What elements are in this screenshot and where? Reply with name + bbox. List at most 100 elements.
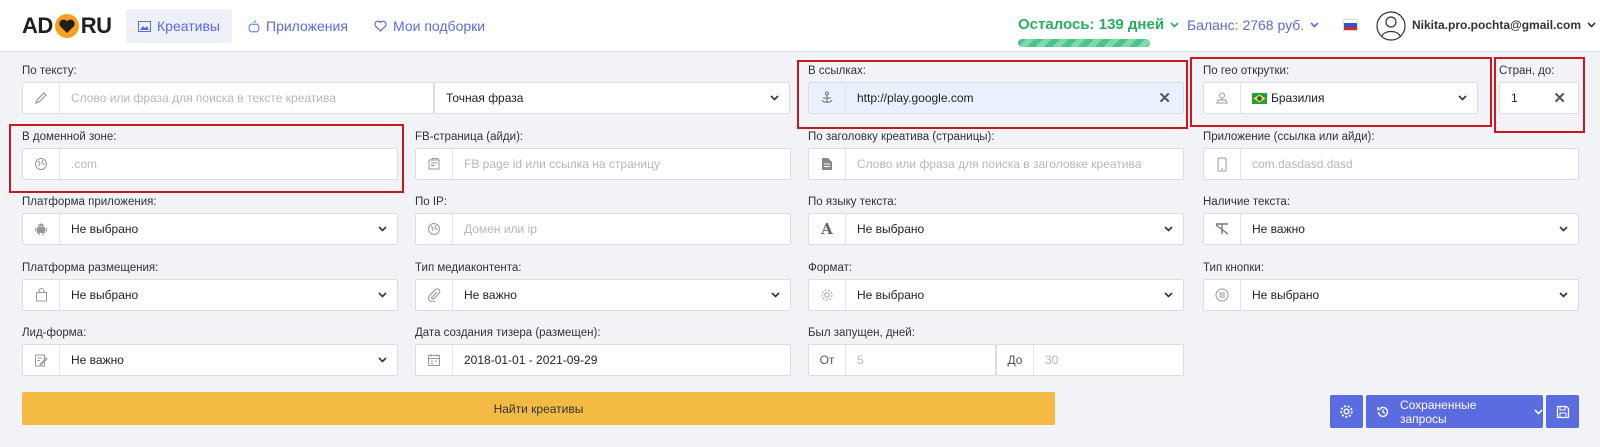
app-placeholder: com.dasdasd.dasd	[1252, 157, 1353, 171]
has-text-select[interactable]: Не важно	[1203, 213, 1579, 245]
language-select[interactable]: A Не выбрано	[808, 213, 1184, 245]
fb-page-placeholder: FB page id или ссылка на страницу	[464, 157, 660, 171]
chevron-down-icon	[378, 226, 387, 232]
settings-button[interactable]	[1330, 395, 1363, 428]
chevron-down-icon	[1559, 292, 1568, 298]
heart-logo-icon	[54, 14, 79, 38]
saved-queries-button[interactable]: Сохраненные запросы	[1366, 395, 1543, 428]
nav-creatives[interactable]: Креативы	[126, 9, 232, 43]
date-range-input[interactable]: 2018-01-01 - 2021-09-29	[415, 344, 791, 376]
text-search-input[interactable]: Слово или фраза для поиска в тексте креа…	[22, 82, 434, 114]
save-query-button[interactable]	[1546, 395, 1579, 428]
paperclip-icon	[428, 288, 441, 302]
has-text-filter-label: Наличие текста:	[1203, 196, 1291, 208]
pencil-icon	[35, 92, 47, 104]
media-type-filter-label: Тип медиаконтента:	[415, 262, 522, 274]
avatar-icon[interactable]	[1376, 11, 1406, 41]
apps-icon	[248, 20, 260, 33]
ip-filter-label: По IP:	[415, 196, 447, 208]
logo[interactable]: AD RU	[22, 11, 112, 41]
android-icon	[35, 223, 47, 235]
floppy-disk-icon	[1556, 405, 1569, 418]
media-type-value: Не важно	[464, 288, 517, 302]
running-from-placeholder: 5	[857, 353, 864, 367]
app-platform-select[interactable]: Не выбрано	[22, 213, 398, 245]
chevron-down-icon	[1170, 21, 1179, 28]
form-edit-icon	[35, 354, 48, 367]
lead-form-value: Не важно	[71, 353, 124, 367]
top-bar: AD RU Креативы Приложения Мои подборки О…	[0, 0, 1600, 52]
app-platform-filter-label: Платформа приложения:	[22, 196, 157, 208]
running-from-input[interactable]: От 5	[808, 344, 996, 376]
nav-label: Креативы	[157, 18, 220, 34]
image-icon	[138, 20, 151, 32]
created-filter-label: Дата создания тизера (размещен):	[415, 327, 601, 339]
format-value: Не выбрано	[857, 288, 925, 302]
calendar-icon	[428, 354, 440, 366]
nav-label: Приложения	[266, 18, 348, 34]
history-icon	[1377, 406, 1389, 417]
format-filter-label: Формат:	[808, 262, 853, 274]
phone-icon	[1217, 157, 1227, 171]
running-to-placeholder: 30	[1045, 353, 1059, 367]
chevron-down-icon	[378, 292, 387, 298]
media-type-select[interactable]: Не важно	[415, 279, 791, 311]
logo-text-left: AD	[22, 13, 53, 38]
placement-value: Не выбрано	[71, 288, 139, 302]
highlight-geo	[1190, 57, 1492, 127]
globe-icon	[428, 223, 440, 235]
running-to-label: До	[997, 345, 1034, 375]
highlight-domain	[9, 124, 404, 193]
text-search-placeholder: Слово или фраза для поиска в тексте креа…	[71, 91, 336, 105]
ip-placeholder: Домен или ip	[464, 222, 537, 236]
language-value: Не выбрано	[857, 222, 925, 236]
text-filter-label: По тексту:	[22, 65, 77, 77]
balance-dropdown[interactable]: Баланс: 2768 руб.	[1187, 17, 1319, 33]
user-menu[interactable]: Nikita.pro.pochta@gmail.com	[1412, 18, 1596, 32]
fb-page-input[interactable]: FB page id или ссылка на страницу	[415, 148, 791, 180]
app-platform-value: Не выбрано	[71, 222, 139, 236]
chevron-down-icon	[1164, 292, 1173, 298]
running-filter-label: Был запущен, дней:	[808, 327, 915, 339]
format-select[interactable]: Не выбрано	[808, 279, 1184, 311]
running-from-label: От	[809, 345, 846, 375]
placement-select[interactable]: Не выбрано	[22, 279, 398, 311]
chevron-down-icon	[770, 95, 779, 101]
chevron-down-icon	[1164, 226, 1173, 232]
fb-page-filter-label: FB-страница (айди):	[415, 131, 524, 143]
button-type-value: Не выбрано	[1252, 288, 1320, 302]
headline-input[interactable]: Слово или фраза для поиска в заголовке к…	[808, 148, 1184, 180]
letter-a-icon: A	[821, 220, 833, 238]
document-icon	[822, 158, 832, 170]
nav-apps[interactable]: Приложения	[236, 9, 360, 43]
gear-icon	[1340, 405, 1353, 418]
chevron-down-icon	[1534, 408, 1543, 415]
find-creatives-button[interactable]: Найти креативы	[22, 392, 1055, 425]
headline-placeholder: Слово или фраза для поиска в заголовке к…	[857, 157, 1142, 171]
subscription-progress-bar	[1018, 39, 1150, 47]
balance-text: Баланс: 2768 руб.	[1187, 17, 1305, 33]
chevron-down-icon	[1559, 226, 1568, 232]
days-left-dropdown[interactable]: Осталось: 139 дней	[1018, 16, 1179, 33]
list-circle-icon	[1215, 288, 1229, 302]
nav-collections[interactable]: Мои подборки	[362, 9, 497, 43]
days-left-text: Осталось: 139 дней	[1018, 16, 1165, 33]
language-filter-label: По языку текста:	[808, 196, 897, 208]
user-email: Nikita.pro.pochta@gmail.com	[1412, 18, 1582, 32]
text-mode-select[interactable]: Точная фраза	[434, 82, 790, 114]
button-type-select[interactable]: Не выбрано	[1203, 279, 1579, 311]
date-range-value: 2018-01-01 - 2021-09-29	[464, 353, 598, 367]
lead-form-select[interactable]: Не важно	[22, 344, 398, 376]
language-flag-icon[interactable]	[1343, 19, 1358, 31]
button-type-filter-label: Тип кнопки:	[1203, 262, 1265, 274]
headline-filter-label: По заголовку креатива (страницы):	[808, 131, 995, 143]
app-input[interactable]: com.dasdasd.dasd	[1203, 148, 1579, 180]
ip-input[interactable]: Домен или ip	[415, 213, 791, 245]
page-icon	[428, 158, 440, 170]
highlight-links	[797, 60, 1188, 129]
chevron-down-icon	[378, 357, 387, 363]
running-to-input[interactable]: До 30	[996, 344, 1184, 376]
lead-form-filter-label: Лид-форма:	[22, 327, 87, 339]
chevron-down-icon	[771, 292, 780, 298]
highlight-countries	[1494, 57, 1585, 133]
